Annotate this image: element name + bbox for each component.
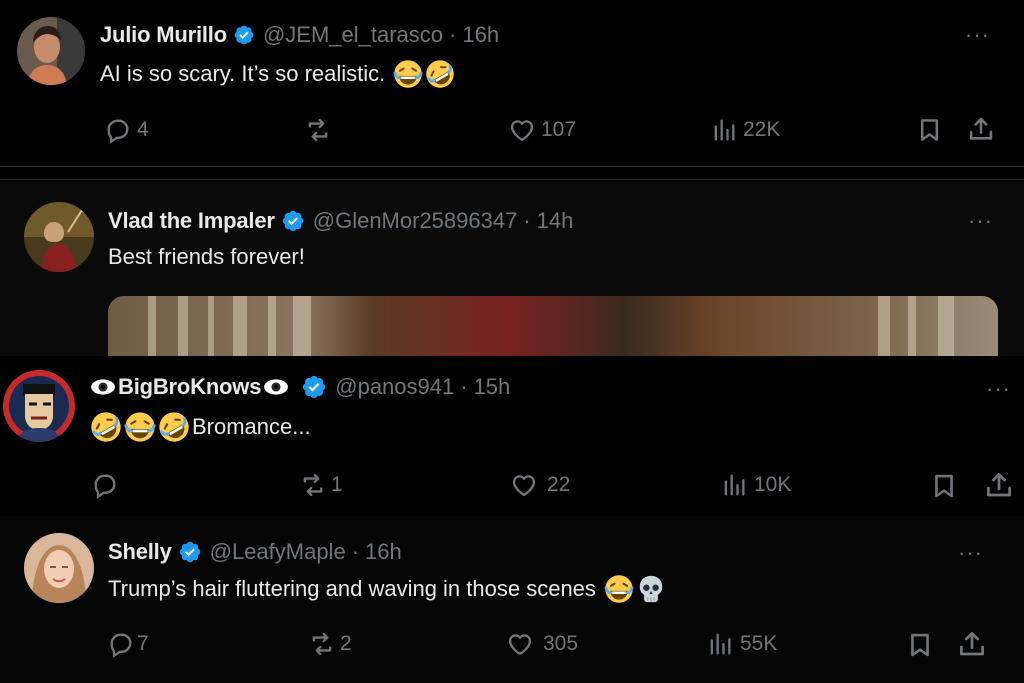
display-name[interactable]: Shelly bbox=[108, 539, 172, 565]
timestamp[interactable]: 16h bbox=[462, 22, 499, 48]
bookmark-icon bbox=[930, 471, 958, 501]
display-name[interactable]: BigBroKnows bbox=[118, 374, 261, 400]
avatar[interactable] bbox=[17, 17, 85, 85]
views-icon bbox=[710, 116, 738, 144]
views-count: 10K bbox=[754, 473, 792, 496]
separator: · bbox=[523, 208, 531, 233]
timestamp[interactable]: 15h bbox=[474, 374, 511, 400]
share-icon bbox=[984, 470, 1014, 500]
tweet-julio[interactable]: Julio Murillo @JEM_el_tarasco · 16h ··· … bbox=[0, 0, 1024, 166]
repost-button[interactable]: 1 bbox=[297, 471, 343, 499]
more-icon[interactable]: ··· bbox=[965, 24, 990, 46]
avatar[interactable] bbox=[24, 202, 94, 272]
display-name[interactable]: Vlad the Impaler bbox=[108, 208, 275, 234]
reply-icon bbox=[91, 471, 119, 499]
separator: · bbox=[449, 22, 457, 47]
tweet-bigbroknows[interactable]: BigBroKnows @panos941 · 15h ··· Bromance… bbox=[0, 356, 1024, 516]
like-icon bbox=[505, 630, 535, 658]
face-with-tears-of-joy-icon bbox=[124, 411, 156, 443]
reply-count: 4 bbox=[137, 118, 149, 141]
like-count: 305 bbox=[543, 632, 579, 655]
repost-icon bbox=[306, 630, 338, 658]
repost-button[interactable] bbox=[303, 116, 333, 144]
reply-button[interactable]: 7 bbox=[107, 630, 149, 658]
like-count: 22 bbox=[547, 473, 571, 496]
eye-icon bbox=[263, 378, 289, 396]
views-count: 55K bbox=[740, 632, 778, 655]
verified-badge-icon bbox=[281, 209, 305, 233]
face-with-tears-of-joy-icon bbox=[604, 574, 634, 604]
verified-badge-icon bbox=[301, 374, 327, 400]
rolling-on-the-floor-laughing-icon bbox=[90, 411, 122, 443]
user-handle[interactable]: @LeafyMaple bbox=[210, 539, 346, 565]
views-count: 22K bbox=[743, 118, 781, 141]
bookmark-icon bbox=[916, 116, 943, 144]
views-icon bbox=[705, 630, 735, 658]
bookmark-button[interactable] bbox=[930, 471, 958, 501]
separator: · bbox=[460, 374, 468, 399]
more-icon[interactable]: ··· bbox=[968, 210, 993, 232]
timestamp[interactable]: 14h bbox=[537, 208, 574, 234]
more-icon[interactable]: ··· bbox=[986, 378, 1011, 400]
rolling-on-the-floor-laughing-icon bbox=[158, 411, 190, 443]
like-icon bbox=[508, 116, 536, 144]
eye-icon bbox=[90, 378, 116, 396]
face-with-tears-of-joy-icon bbox=[393, 59, 423, 89]
avatar[interactable] bbox=[24, 533, 94, 603]
timestamp[interactable]: 16h bbox=[365, 539, 402, 565]
like-button[interactable]: 107 bbox=[508, 116, 576, 144]
bookmark-button[interactable] bbox=[916, 116, 943, 144]
repost-count: 2 bbox=[340, 632, 352, 655]
views-button[interactable]: 10K bbox=[719, 471, 791, 499]
views-button[interactable]: 22K bbox=[710, 116, 780, 144]
repost-button[interactable]: 2 bbox=[306, 630, 352, 658]
verified-badge-icon bbox=[178, 540, 202, 564]
reply-count: 7 bbox=[137, 632, 149, 655]
skull-icon bbox=[636, 574, 666, 604]
separator: · bbox=[351, 539, 360, 564]
share-button[interactable] bbox=[957, 629, 987, 659]
tweet-text: Best friends forever! bbox=[108, 244, 305, 269]
tweet-shelly[interactable]: Shelly @LeafyMaple · 16h ··· Trump’s hai… bbox=[0, 516, 1024, 683]
repost-icon bbox=[297, 471, 329, 499]
user-handle[interactable]: @JEM_el_tarasco bbox=[263, 22, 443, 48]
tweet-text: Trump’s hair fluttering and waving in th… bbox=[108, 576, 596, 601]
reply-icon bbox=[107, 630, 135, 658]
reply-button[interactable]: 4 bbox=[104, 116, 149, 144]
share-icon bbox=[957, 629, 987, 659]
like-icon bbox=[509, 471, 539, 499]
display-name[interactable]: Julio Murillo bbox=[100, 22, 227, 48]
tweet-text: Bromance... bbox=[192, 414, 311, 439]
views-button[interactable]: 55K bbox=[705, 630, 777, 658]
share-icon bbox=[967, 115, 995, 143]
reply-icon bbox=[104, 116, 132, 144]
reply-button[interactable] bbox=[91, 471, 119, 499]
views-icon bbox=[719, 471, 749, 499]
like-button[interactable]: 22 bbox=[509, 471, 570, 499]
bookmark-icon bbox=[906, 630, 934, 660]
verified-badge-icon bbox=[233, 24, 255, 46]
tweet-media-video[interactable] bbox=[108, 296, 998, 356]
user-handle[interactable]: @GlenMor25896347 bbox=[313, 208, 518, 234]
tweet-text: AI is so scary. It’s so realistic. bbox=[100, 61, 386, 86]
avatar[interactable] bbox=[3, 370, 75, 442]
bookmark-button[interactable] bbox=[906, 630, 934, 660]
repost-count: 1 bbox=[331, 473, 343, 496]
like-count: 107 bbox=[541, 118, 577, 141]
share-button[interactable] bbox=[984, 470, 1014, 500]
user-handle[interactable]: @panos941 bbox=[335, 374, 454, 400]
more-icon[interactable]: ··· bbox=[958, 542, 983, 564]
tweet-vlad[interactable]: Vlad the Impaler @GlenMor25896347 · 14h … bbox=[0, 180, 1024, 356]
share-button[interactable] bbox=[967, 115, 995, 143]
like-button[interactable]: 305 bbox=[505, 630, 578, 658]
divider bbox=[0, 166, 1024, 167]
repost-icon bbox=[303, 116, 333, 144]
rolling-on-the-floor-laughing-icon bbox=[425, 59, 455, 89]
